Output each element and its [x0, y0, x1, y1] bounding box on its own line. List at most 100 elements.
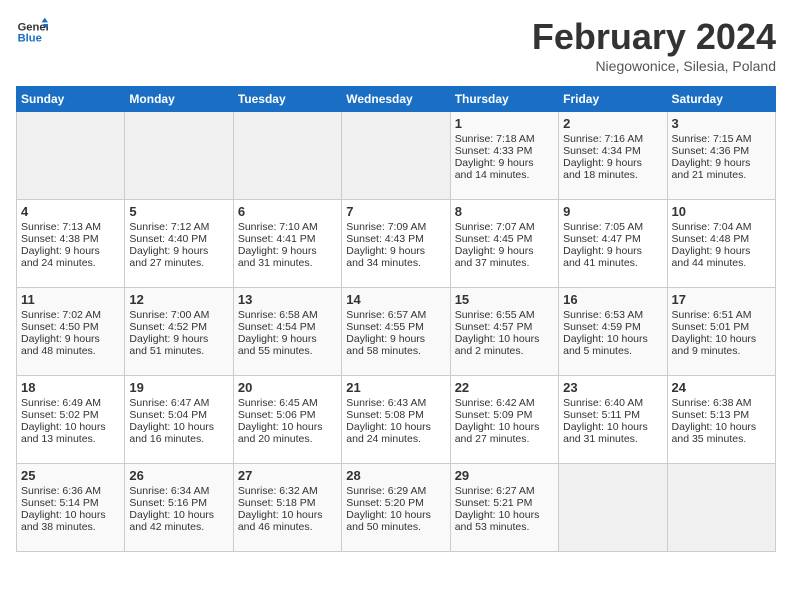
calendar-day-cell: 19Sunrise: 6:47 AMSunset: 5:04 PMDayligh…	[125, 376, 233, 464]
day-info: Sunset: 4:36 PM	[672, 145, 771, 157]
day-info: Daylight: 9 hours	[129, 333, 228, 345]
day-info: Sunset: 4:38 PM	[21, 233, 120, 245]
day-info: Sunset: 4:33 PM	[455, 145, 554, 157]
logo: General Blue	[16, 16, 48, 48]
day-info: and 27 minutes.	[129, 257, 228, 269]
day-info: Sunrise: 7:15 AM	[672, 133, 771, 145]
calendar-day-cell: 2Sunrise: 7:16 AMSunset: 4:34 PMDaylight…	[559, 112, 667, 200]
day-info: and 24 minutes.	[346, 433, 445, 445]
day-number: 8	[455, 204, 554, 219]
day-number: 22	[455, 380, 554, 395]
day-number: 7	[346, 204, 445, 219]
day-header: Friday	[559, 87, 667, 112]
calendar-day-cell: 20Sunrise: 6:45 AMSunset: 5:06 PMDayligh…	[233, 376, 341, 464]
day-info: Sunrise: 6:58 AM	[238, 309, 337, 321]
calendar-day-cell: 29Sunrise: 6:27 AMSunset: 5:21 PMDayligh…	[450, 464, 558, 552]
day-info: and 27 minutes.	[455, 433, 554, 445]
calendar-day-cell: 26Sunrise: 6:34 AMSunset: 5:16 PMDayligh…	[125, 464, 233, 552]
day-info: Sunrise: 6:49 AM	[21, 397, 120, 409]
calendar-header-row: SundayMondayTuesdayWednesdayThursdayFrid…	[17, 87, 776, 112]
day-info: Sunrise: 6:38 AM	[672, 397, 771, 409]
day-info: Sunrise: 7:18 AM	[455, 133, 554, 145]
day-info: and 53 minutes.	[455, 521, 554, 533]
day-info: Daylight: 9 hours	[129, 245, 228, 257]
day-header: Saturday	[667, 87, 775, 112]
day-info: Sunrise: 6:32 AM	[238, 485, 337, 497]
day-info: Daylight: 10 hours	[346, 509, 445, 521]
day-info: and 44 minutes.	[672, 257, 771, 269]
day-info: Sunrise: 6:53 AM	[563, 309, 662, 321]
day-number: 1	[455, 116, 554, 131]
day-number: 9	[563, 204, 662, 219]
day-info: Sunrise: 6:47 AM	[129, 397, 228, 409]
calendar-day-cell: 3Sunrise: 7:15 AMSunset: 4:36 PMDaylight…	[667, 112, 775, 200]
day-info: and 31 minutes.	[563, 433, 662, 445]
day-info: Sunrise: 6:43 AM	[346, 397, 445, 409]
day-info: and 48 minutes.	[21, 345, 120, 357]
day-number: 5	[129, 204, 228, 219]
day-number: 4	[21, 204, 120, 219]
day-info: and 2 minutes.	[455, 345, 554, 357]
calendar-day-cell	[342, 112, 450, 200]
calendar-day-cell	[667, 464, 775, 552]
day-info: Daylight: 9 hours	[238, 333, 337, 345]
day-number: 12	[129, 292, 228, 307]
day-info: Daylight: 9 hours	[455, 245, 554, 257]
day-info: Sunrise: 7:04 AM	[672, 221, 771, 233]
day-info: Sunrise: 6:34 AM	[129, 485, 228, 497]
day-number: 17	[672, 292, 771, 307]
day-info: Daylight: 10 hours	[455, 509, 554, 521]
day-info: Sunset: 5:18 PM	[238, 497, 337, 509]
day-info: Sunset: 4:47 PM	[563, 233, 662, 245]
day-number: 24	[672, 380, 771, 395]
day-info: Daylight: 10 hours	[563, 421, 662, 433]
day-number: 6	[238, 204, 337, 219]
calendar-day-cell: 14Sunrise: 6:57 AMSunset: 4:55 PMDayligh…	[342, 288, 450, 376]
day-info: and 21 minutes.	[672, 169, 771, 181]
calendar-week-row: 1 Sunrise: 7:18 AMSunset: 4:33 PM Daylight…	[17, 112, 776, 200]
calendar-day-cell: 16Sunrise: 6:53 AMSunset: 4:59 PMDayligh…	[559, 288, 667, 376]
day-info: and 37 minutes.	[455, 257, 554, 269]
day-info: Daylight: 10 hours	[21, 421, 120, 433]
day-info: Daylight: 9 hours	[346, 245, 445, 257]
day-info: and 9 minutes.	[672, 345, 771, 357]
calendar-day-cell: 11Sunrise: 7:02 AMSunset: 4:50 PMDayligh…	[17, 288, 125, 376]
day-info: Sunset: 4:48 PM	[672, 233, 771, 245]
day-number: 26	[129, 468, 228, 483]
day-header: Wednesday	[342, 87, 450, 112]
calendar-day-cell: 1Sunrise: 7:18 AMSunset: 4:33 PMDaylight…	[450, 112, 558, 200]
day-info: Sunrise: 6:42 AM	[455, 397, 554, 409]
day-info: Sunset: 5:14 PM	[21, 497, 120, 509]
day-info: Sunset: 5:08 PM	[346, 409, 445, 421]
day-info: Sunrise: 6:40 AM	[563, 397, 662, 409]
day-header: Monday	[125, 87, 233, 112]
day-header: Sunday	[17, 87, 125, 112]
day-info: Daylight: 9 hours	[563, 157, 662, 169]
day-info: Daylight: 9 hours	[21, 333, 120, 345]
day-info: Sunrise: 7:02 AM	[21, 309, 120, 321]
calendar-day-cell: 28Sunrise: 6:29 AMSunset: 5:20 PMDayligh…	[342, 464, 450, 552]
day-info: and 35 minutes.	[672, 433, 771, 445]
day-info: Daylight: 10 hours	[238, 421, 337, 433]
day-info: and 13 minutes.	[21, 433, 120, 445]
day-info: Daylight: 10 hours	[455, 421, 554, 433]
calendar-day-cell: 5Sunrise: 7:12 AMSunset: 4:40 PMDaylight…	[125, 200, 233, 288]
day-info: Sunset: 4:45 PM	[455, 233, 554, 245]
day-info: Sunrise: 7:05 AM	[563, 221, 662, 233]
day-info: Daylight: 10 hours	[672, 421, 771, 433]
location-subtitle: Niegowonice, Silesia, Poland	[532, 58, 776, 74]
day-info: Sunset: 5:01 PM	[672, 321, 771, 333]
day-number: 16	[563, 292, 662, 307]
calendar-day-cell: 18Sunrise: 6:49 AMSunset: 5:02 PMDayligh…	[17, 376, 125, 464]
day-info: and 20 minutes.	[238, 433, 337, 445]
day-info: Daylight: 9 hours	[346, 333, 445, 345]
day-info: Sunrise: 7:13 AM	[21, 221, 120, 233]
calendar-day-cell: 23Sunrise: 6:40 AMSunset: 5:11 PMDayligh…	[559, 376, 667, 464]
day-info: and 58 minutes.	[346, 345, 445, 357]
calendar-day-cell: 12Sunrise: 7:00 AMSunset: 4:52 PMDayligh…	[125, 288, 233, 376]
svg-text:General: General	[18, 21, 48, 33]
calendar-day-cell: 15Sunrise: 6:55 AMSunset: 4:57 PMDayligh…	[450, 288, 558, 376]
day-info: Sunset: 4:54 PM	[238, 321, 337, 333]
day-info: Sunset: 4:34 PM	[563, 145, 662, 157]
day-number: 29	[455, 468, 554, 483]
